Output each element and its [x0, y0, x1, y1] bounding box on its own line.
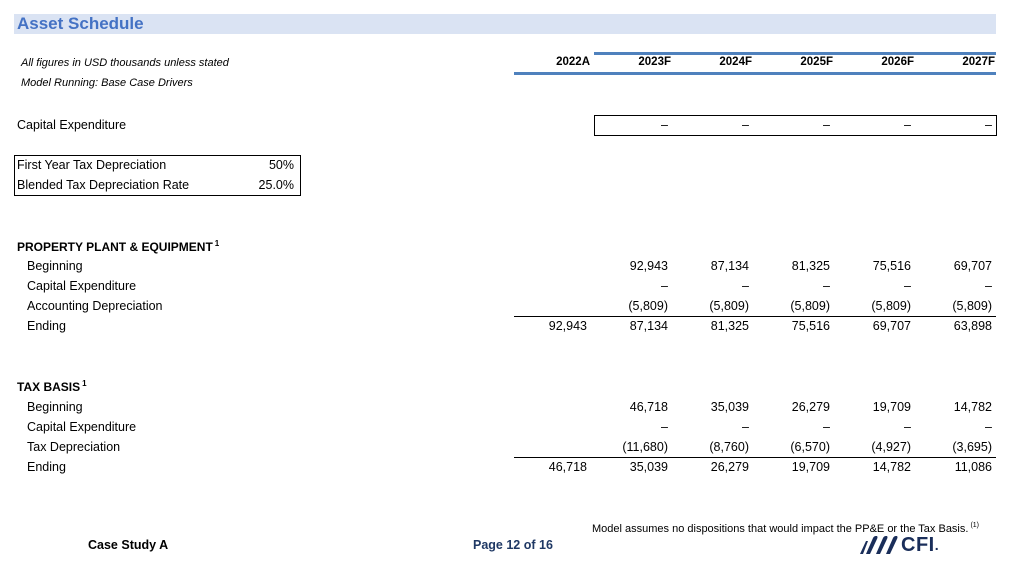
tax-basis-cell: 26,279: [791, 400, 830, 414]
column-header: 2024F: [719, 56, 752, 68]
ppe-cell: –: [985, 279, 992, 293]
ppe-cell: (5,809): [952, 299, 992, 313]
capex-input-cell[interactable]: –: [754, 118, 830, 132]
tax-basis-cell: 14,782: [872, 460, 911, 474]
logo-text: CFI: [901, 533, 935, 556]
ppe-title: PROPERTY PLANT & EQUIPMENT: [17, 240, 213, 254]
ppe-cell: –: [904, 279, 911, 293]
tax-basis-cell: 14,782: [953, 400, 992, 414]
ppe-cell: 87,134: [710, 259, 749, 273]
tax-basis-cell: 11,086: [954, 460, 992, 474]
tax-basis-row-label: Beginning: [27, 400, 83, 414]
ppe-cell: (5,809): [790, 299, 830, 313]
column-header: 2026F: [881, 56, 914, 68]
ppe-footnote: 1: [214, 239, 220, 248]
ppe-cell: 69,707: [872, 319, 911, 333]
ppe-cell: –: [661, 279, 668, 293]
blended-tax-dep-value[interactable]: 25.0%: [218, 178, 294, 192]
ppe-section-title: PROPERTY PLANT & EQUIPMENT 1: [17, 239, 219, 254]
first-year-tax-dep-label: First Year Tax Depreciation: [17, 158, 167, 172]
blended-tax-dep-label: Blended Tax Depreciation Rate: [17, 178, 190, 192]
logo-dot: .: [934, 537, 939, 553]
tax-basis-cell: –: [823, 420, 830, 434]
tax-basis-cell: –: [742, 420, 749, 434]
tax-basis-cell: (4,927): [871, 440, 911, 454]
column-header: 2025F: [800, 56, 833, 68]
cfi-logo: CFI.: [860, 534, 939, 556]
ppe-cell: (5,809): [628, 299, 668, 313]
title-band: Asset Schedule: [14, 14, 996, 34]
units-note: All figures in USD thousands unless stat…: [21, 57, 229, 69]
tax-basis-cell: 35,039: [710, 400, 749, 414]
ppe-cell: 63,898: [953, 319, 992, 333]
tax-basis-cell: 19,709: [872, 400, 911, 414]
page-number: Page 12 of 16: [473, 538, 553, 552]
column-header: 2027F: [962, 56, 995, 68]
ppe-cell: (5,809): [709, 299, 749, 313]
ppe-row-label: Ending: [27, 319, 66, 333]
tax-basis-cell: –: [985, 420, 992, 434]
tax-basis-row-label: Capital Expenditure: [27, 420, 137, 434]
tax-basis-footnote: 1: [82, 379, 87, 388]
ppe-cell: 92,943: [548, 319, 587, 333]
tax-basis-cell: 35,039: [629, 460, 668, 474]
first-year-tax-dep-value[interactable]: 50%: [218, 158, 294, 172]
capex-input-cell[interactable]: –: [592, 118, 668, 132]
ppe-cell: 87,134: [629, 319, 668, 333]
capex-input-cell[interactable]: –: [835, 118, 911, 132]
tax-basis-total-rule: [514, 457, 996, 458]
case-study-label: Case Study A: [88, 538, 169, 552]
tax-basis-cell: 46,718: [548, 460, 587, 474]
tax-basis-cell: (11,680): [622, 440, 668, 454]
scenario-note: Model Running: Base Case Drivers: [21, 77, 193, 89]
ppe-cell: 69,707: [953, 259, 992, 273]
ppe-cell: 81,325: [710, 319, 749, 333]
tax-basis-section-title: TAX BASIS 1: [17, 379, 87, 394]
disclaimer-mark: (1): [970, 522, 979, 529]
column-header: 2023F: [638, 56, 671, 68]
tax-basis-row-label: Ending: [27, 460, 66, 474]
tax-basis-cell: (3,695): [952, 440, 992, 454]
tax-basis-title: TAX BASIS: [17, 380, 81, 394]
header-bottom-rule: [514, 72, 996, 75]
ppe-cell: 92,943: [629, 259, 668, 273]
ppe-cell: –: [823, 279, 830, 293]
capex-input-cell[interactable]: –: [916, 118, 992, 132]
ppe-cell: –: [742, 279, 749, 293]
tax-basis-cell: (6,570): [790, 440, 830, 454]
tax-basis-cell: –: [904, 420, 911, 434]
ppe-cell: 75,516: [872, 259, 911, 273]
ppe-cell: 81,325: [791, 259, 830, 273]
ppe-total-rule: [514, 316, 996, 317]
tax-basis-row-label: Tax Depreciation: [27, 440, 121, 454]
tax-basis-cell: 26,279: [710, 460, 749, 474]
capex-input-label: Capital Expenditure: [17, 118, 127, 132]
cfi-stripes-icon: [860, 536, 898, 554]
tax-basis-cell: –: [661, 420, 668, 434]
column-header: 2022A: [556, 56, 590, 68]
ppe-cell: (5,809): [871, 299, 911, 313]
header-top-rule: [594, 52, 996, 55]
page-title: Asset Schedule: [17, 14, 144, 33]
capex-input-cell[interactable]: –: [673, 118, 749, 132]
ppe-row-label: Accounting Depreciation: [27, 299, 163, 313]
tax-basis-cell: 46,718: [629, 400, 668, 414]
ppe-cell: 75,516: [791, 319, 830, 333]
ppe-row-label: Capital Expenditure: [27, 279, 137, 293]
ppe-row-label: Beginning: [27, 259, 83, 273]
tax-basis-cell: 19,709: [791, 460, 830, 474]
tax-basis-cell: (8,760): [709, 440, 749, 454]
